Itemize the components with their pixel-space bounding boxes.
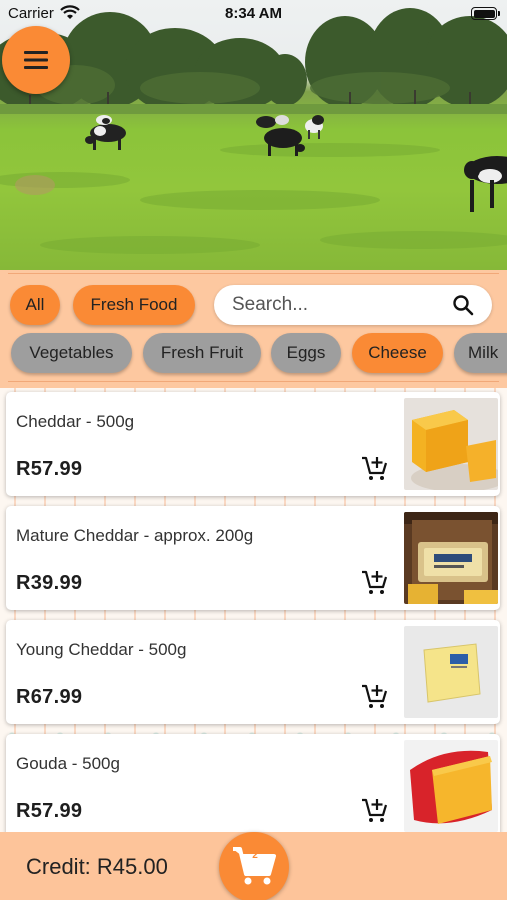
filter-panel: All Fresh Food Vegetables Fresh Fruit Eg… bbox=[0, 270, 507, 388]
menu-button[interactable] bbox=[2, 26, 70, 94]
product-price: R67.99 bbox=[16, 686, 83, 708]
mature-cheddar-image bbox=[404, 512, 498, 604]
product-list[interactable]: Cheddar - 500g R57.99 Mature Cheddar - a… bbox=[0, 388, 507, 832]
chip-label: Vegetables bbox=[29, 343, 114, 362]
cart-button[interactable]: 2 bbox=[219, 832, 289, 900]
chip-label: Cheese bbox=[368, 343, 427, 362]
chip-label: All bbox=[25, 295, 45, 314]
product-price: R39.99 bbox=[16, 572, 83, 594]
category-chip-milk[interactable]: Milk bbox=[454, 333, 507, 373]
product-name: Young Cheddar - 500g bbox=[16, 640, 187, 659]
product-card[interactable]: Cheddar - 500g R57.99 bbox=[6, 392, 500, 496]
product-price: R57.99 bbox=[16, 800, 83, 822]
credit-balance: Credit: R45.00 bbox=[26, 854, 168, 879]
add-to-cart-icon[interactable] bbox=[360, 454, 388, 482]
product-price: R57.99 bbox=[16, 458, 83, 480]
chip-label: Eggs bbox=[286, 343, 326, 362]
search-input[interactable] bbox=[232, 285, 452, 325]
cart-count-badge: 2 bbox=[252, 850, 258, 861]
chip-label: Fresh Food bbox=[90, 295, 178, 314]
category-chip-eggs[interactable]: Eggs bbox=[271, 333, 341, 373]
cheddar-image bbox=[404, 398, 498, 490]
product-card[interactable]: Young Cheddar - 500g R67.99 bbox=[6, 620, 500, 724]
status-time: 8:34 AM bbox=[225, 5, 282, 22]
cow-icon bbox=[85, 124, 126, 150]
product-name: Cheddar - 500g bbox=[16, 412, 135, 431]
gouda-image bbox=[404, 740, 498, 832]
category-chip-vegetables[interactable]: Vegetables bbox=[11, 333, 132, 373]
chip-label: Milk bbox=[468, 343, 499, 362]
category-chip-fresh-food[interactable]: Fresh Food bbox=[73, 285, 195, 325]
product-card[interactable]: Mature Cheddar - approx. 200g R39.99 bbox=[6, 506, 500, 610]
add-to-cart-icon[interactable] bbox=[360, 682, 388, 710]
category-chip-all[interactable]: All bbox=[10, 285, 60, 325]
hero-image: Carrier 8:34 AM bbox=[0, 0, 507, 270]
add-to-cart-icon[interactable] bbox=[360, 796, 388, 824]
add-to-cart-icon[interactable] bbox=[360, 568, 388, 596]
pasture-with-cows-image bbox=[0, 8, 507, 254]
category-chip-cheese[interactable]: Cheese bbox=[352, 333, 443, 373]
search-icon[interactable] bbox=[452, 294, 474, 316]
battery-icon bbox=[471, 7, 500, 20]
category-chip-fresh-fruit[interactable]: Fresh Fruit bbox=[143, 333, 261, 373]
chip-label: Fresh Fruit bbox=[160, 343, 244, 362]
hamburger-menu-icon bbox=[24, 51, 48, 69]
product-name: Mature Cheddar - approx. 200g bbox=[16, 526, 254, 545]
young-cheddar-image bbox=[404, 626, 498, 718]
product-name: Gouda - 500g bbox=[16, 754, 120, 773]
product-card[interactable]: Gouda - 500g R57.99 bbox=[6, 734, 500, 832]
search-bar bbox=[214, 285, 492, 325]
status-bar: Carrier 8:34 AM bbox=[0, 0, 507, 28]
